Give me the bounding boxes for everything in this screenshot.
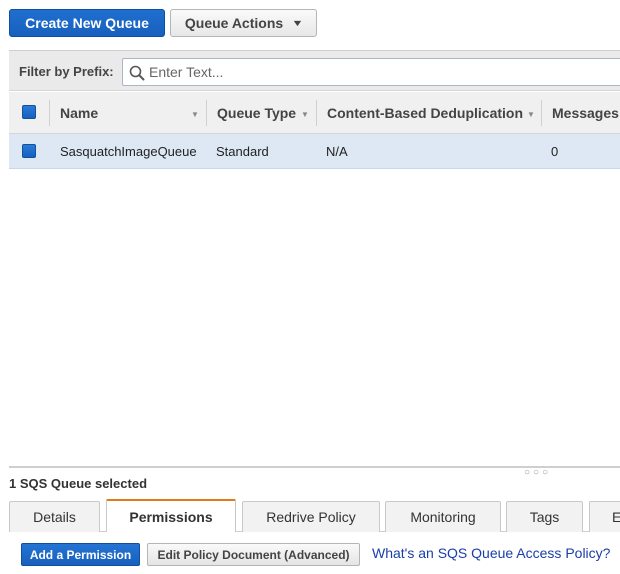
edit-policy-label: Edit Policy Document (Advanced)	[157, 547, 350, 562]
tab-monitoring[interactable]: Monitoring	[385, 501, 501, 532]
create-new-queue-label: Create New Queue	[25, 15, 149, 31]
filter-prefix-input[interactable]	[149, 59, 549, 85]
column-header-dedup[interactable]: Content-Based Deduplication	[327, 92, 523, 134]
create-new-queue-button[interactable]: Create New Queue	[9, 9, 165, 37]
permissions-pane: Add a Permission Edit Policy Document (A…	[9, 532, 620, 574]
queue-actions-label: Queue Actions	[184, 15, 284, 31]
tab-label: Permissions	[129, 509, 213, 525]
edit-policy-document-button[interactable]: Edit Policy Document (Advanced)	[147, 543, 360, 566]
column-header-queue-type[interactable]: Queue Type	[217, 92, 296, 134]
column-header-messages-label: Messages	[552, 105, 619, 121]
filter-input-box[interactable]	[122, 58, 620, 86]
queue-actions-button[interactable]: Queue Actions ▼	[170, 9, 317, 37]
column-header-queue-type-label: Queue Type	[217, 105, 297, 121]
access-policy-help-link[interactable]: What's an SQS Queue Access Policy?	[372, 545, 610, 561]
chevron-down-icon: ▼	[291, 18, 304, 28]
dedup-cell: N/A	[326, 144, 348, 159]
add-permission-button[interactable]: Add a Permission	[21, 543, 140, 566]
sort-caret-icon[interactable]: ▼	[191, 110, 199, 119]
column-divider	[49, 100, 50, 126]
tab-label: Redrive Policy	[266, 509, 356, 525]
queue-type-cell: Standard	[216, 144, 269, 159]
tab-label: E	[612, 509, 620, 525]
sort-caret-icon[interactable]: ▼	[527, 110, 535, 119]
column-divider	[206, 100, 207, 126]
sqs-console: Create New Queue Queue Actions ▼ Filter …	[0, 0, 620, 574]
column-header-name-label: Name	[60, 105, 99, 121]
table-row[interactable]: SasquatchImageQueue Standard N/A 0	[9, 134, 620, 169]
drag-handle-icon[interactable]: ○○○	[524, 467, 551, 478]
tab-tags[interactable]: Tags	[506, 501, 583, 532]
tab-overflow[interactable]: E	[589, 501, 620, 532]
column-divider	[316, 100, 317, 126]
tab-permissions[interactable]: Permissions	[106, 499, 236, 533]
column-header-name[interactable]: Name	[60, 92, 98, 134]
details-tabs: Details Permissions Redrive Policy Monit…	[9, 496, 620, 533]
column-header-dedup-label: Content-Based Deduplication	[327, 105, 524, 121]
tab-label: Details	[33, 509, 76, 525]
sort-caret-icon[interactable]: ▼	[301, 110, 309, 119]
filter-bar: Filter by Prefix:	[9, 50, 620, 91]
tab-label: Tags	[529, 509, 560, 525]
tab-label: Monitoring	[410, 509, 476, 525]
tab-redrive-policy[interactable]: Redrive Policy	[242, 501, 380, 532]
filter-label: Filter by Prefix:	[19, 64, 114, 79]
queue-table-header: Name ▼ Queue Type ▼ Content-Based Dedupl…	[9, 92, 620, 134]
select-all-checkbox[interactable]	[22, 105, 36, 119]
add-permission-label: Add a Permission	[29, 547, 132, 562]
selected-count: 1 SQS Queue selected	[9, 476, 148, 491]
search-icon	[129, 65, 145, 81]
queue-name-cell[interactable]: SasquatchImageQueue	[60, 134, 197, 169]
column-header-messages[interactable]: Messages	[552, 92, 619, 134]
tab-details[interactable]: Details	[9, 501, 100, 532]
row-checkbox[interactable]	[22, 144, 36, 158]
messages-cell: 0	[551, 144, 559, 159]
column-divider	[541, 100, 542, 126]
